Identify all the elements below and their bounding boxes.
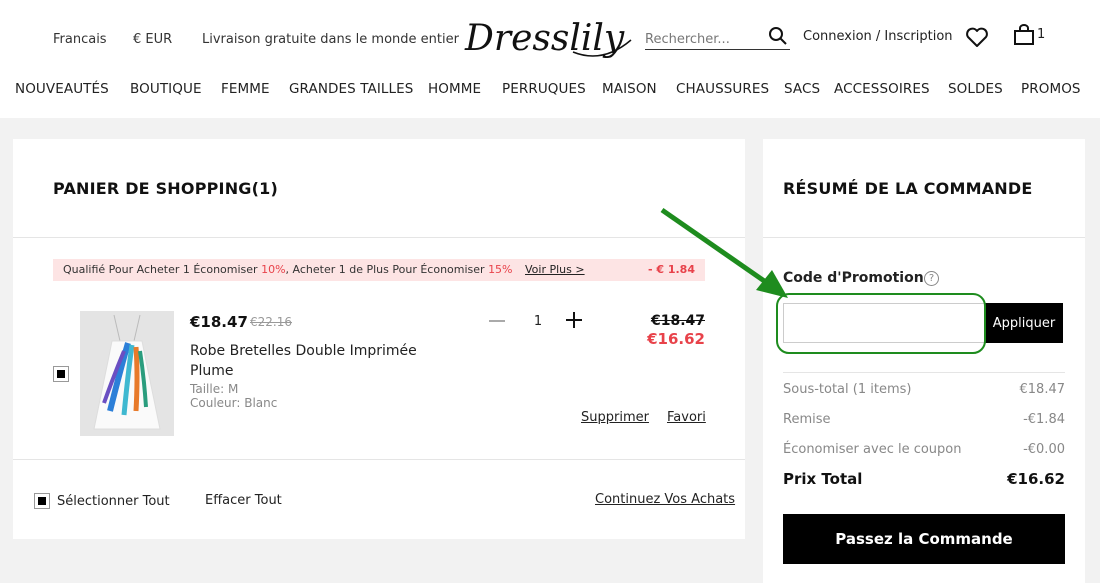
- summary-divider: [763, 237, 1085, 238]
- select-all-checkbox[interactable]: [34, 493, 50, 509]
- item-total-original: €18.47: [650, 313, 705, 329]
- discount-label: Remise: [783, 412, 831, 427]
- search-input[interactable]: [645, 24, 763, 48]
- product-color: Couleur: Blanc: [190, 396, 278, 410]
- nav-item-boutique[interactable]: BOUTIQUE: [130, 81, 202, 97]
- subtotal-value: €18.47: [1019, 382, 1066, 397]
- nav-item-nouveautes[interactable]: NOUVEAUTÉS: [15, 81, 109, 97]
- promo-text: Qualifié Pour Acheter 1 Économiser 10%, …: [63, 263, 513, 276]
- delete-item-link[interactable]: Supprimer: [581, 410, 649, 425]
- cart-title: PANIER DE SHOPPING(1): [53, 179, 278, 198]
- svg-text:Dresslily: Dresslily: [464, 18, 625, 59]
- discount-row: Remise -€1.84: [783, 412, 1065, 427]
- heart-icon[interactable]: [965, 26, 989, 48]
- continue-shopping-link[interactable]: Continuez Vos Achats: [595, 492, 735, 507]
- subtotal-row: Sous-total (1 items) €18.47: [783, 382, 1065, 397]
- promo-discount: - € 1.84: [647, 263, 695, 276]
- site-header: Francais € EUR Livraison gratuite dans l…: [0, 0, 1100, 118]
- search-icon[interactable]: [768, 26, 788, 46]
- cart-count: 1: [1037, 27, 1046, 42]
- summary-totals-divider: [783, 372, 1065, 373]
- promo-banner: Qualifié Pour Acheter 1 Économiser 10%, …: [53, 259, 705, 281]
- coupon-row: Économiser avec le coupon -€0.00: [783, 442, 1065, 457]
- promo-more-link[interactable]: Voir Plus >: [525, 263, 585, 276]
- order-summary-panel: RÉSUMÉ DE LA COMMANDE Code d'Promotion ?…: [763, 139, 1085, 583]
- item-total-discounted: €16.62: [647, 330, 705, 348]
- nav-item-chaussures[interactable]: CHAUSSURES: [676, 81, 769, 97]
- select-all-label[interactable]: Sélectionner Tout: [57, 494, 170, 509]
- cart-panel: PANIER DE SHOPPING(1) Qualifié Pour Ache…: [13, 139, 745, 539]
- nav-item-promos[interactable]: PROMOS: [1021, 81, 1081, 97]
- nav-item-accessoires[interactable]: ACCESSOIRES: [834, 81, 930, 97]
- favorite-item-link[interactable]: Favori: [667, 410, 706, 425]
- total-value: €16.62: [1007, 470, 1065, 488]
- promo-code-input[interactable]: [783, 303, 985, 343]
- product-name[interactable]: Robe Bretelles Double Imprimée Plume: [190, 341, 430, 381]
- checkout-button[interactable]: Passez la Commande: [783, 514, 1065, 564]
- nav-item-sacs[interactable]: SACS: [784, 81, 820, 97]
- item-price: €18.47: [190, 313, 248, 331]
- summary-title: RÉSUMÉ DE LA COMMANDE: [783, 179, 1033, 198]
- nav-item-perruques[interactable]: PERRUQUES: [502, 81, 586, 97]
- coupon-label: Économiser avec le coupon: [783, 442, 962, 457]
- search-box: [645, 24, 790, 50]
- nav-item-grandes-tailles[interactable]: GRANDES TAILLES: [289, 81, 413, 97]
- login-link[interactable]: Connexion / Inscription: [803, 29, 953, 44]
- subtotal-label: Sous-total (1 items): [783, 382, 912, 397]
- nav-item-maison[interactable]: MAISON: [602, 81, 657, 97]
- item-checkbox[interactable]: [53, 366, 69, 382]
- quantity-increase-button[interactable]: [566, 311, 584, 329]
- shipping-note: Livraison gratuite dans le monde entier: [202, 32, 459, 47]
- nav-item-homme[interactable]: HOMME: [428, 81, 481, 97]
- main-nav: NOUVEAUTÉS BOUTIQUE FEMME GRANDES TAILLE…: [0, 81, 1100, 101]
- dresslily-logo[interactable]: Dresslily: [463, 12, 635, 68]
- discount-value: -€1.84: [1023, 412, 1065, 427]
- quantity-value: 1: [533, 314, 543, 329]
- currency-selector[interactable]: € EUR: [133, 32, 172, 47]
- apply-promo-button[interactable]: Appliquer: [985, 303, 1063, 343]
- nav-item-femme[interactable]: FEMME: [221, 81, 270, 97]
- dress-image: [80, 311, 174, 436]
- total-label: Prix Total: [783, 470, 863, 488]
- clear-all-link[interactable]: Effacer Tout: [205, 493, 282, 508]
- total-row: Prix Total €16.62: [783, 470, 1065, 488]
- cart-footer-divider: [13, 459, 745, 460]
- language-selector[interactable]: Francais: [53, 32, 107, 47]
- shopping-bag-icon[interactable]: [1013, 24, 1035, 46]
- promo-code-label: Code d'Promotion: [783, 270, 924, 286]
- product-image[interactable]: [80, 311, 174, 436]
- item-original-price: €22.16: [250, 315, 292, 329]
- cart-divider: [13, 237, 745, 238]
- help-icon[interactable]: ?: [924, 271, 939, 286]
- product-size: Taille: M: [190, 382, 239, 396]
- coupon-value: -€0.00: [1023, 442, 1065, 457]
- nav-item-soldes[interactable]: SOLDES: [948, 81, 1003, 97]
- quantity-decrease-button[interactable]: [489, 320, 505, 322]
